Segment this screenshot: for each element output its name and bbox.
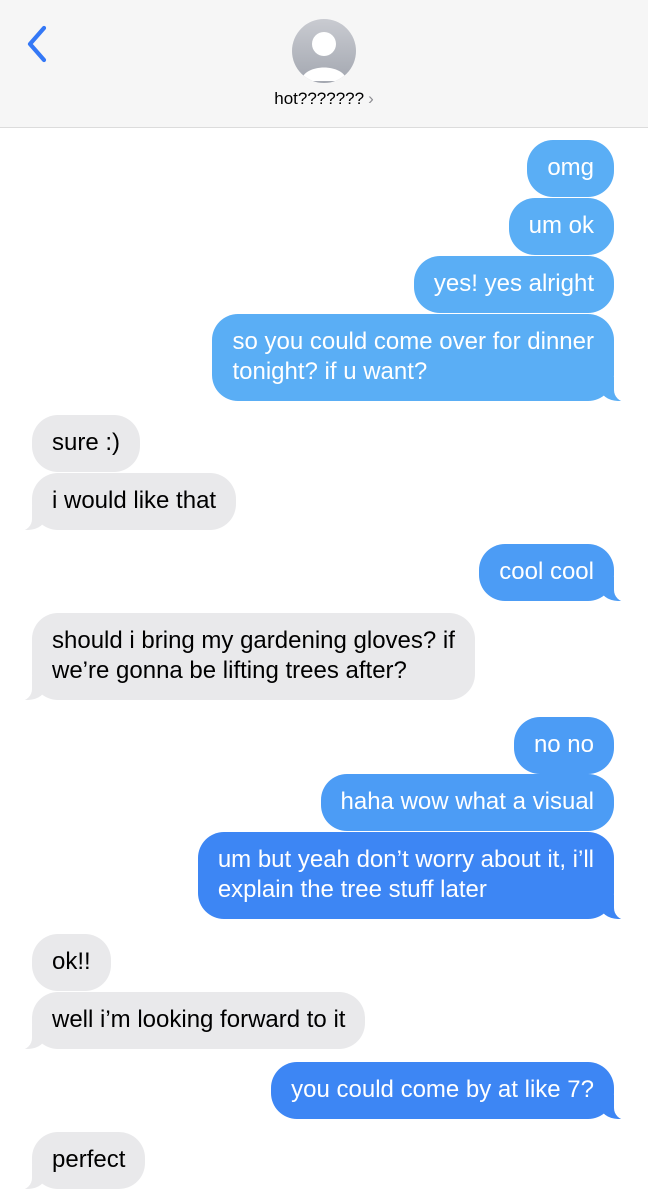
message-text: ok!!: [52, 948, 91, 975]
message-bubble-outgoing[interactable]: cool cool: [479, 544, 630, 602]
message-bubble-outgoing[interactable]: um ok: [508, 198, 614, 255]
message-bubble-incoming[interactable]: perfect: [15, 1132, 146, 1190]
message-bubble-outgoing[interactable]: omg: [527, 140, 614, 197]
message-bubble-outgoing[interactable]: you could come by at like 7?: [271, 1062, 630, 1120]
message-bubble-outgoing[interactable]: so you could come over for dinner tonigh…: [212, 314, 630, 402]
message-text: perfect: [52, 1146, 126, 1173]
message-text: should i bring my gardening gloves? if w…: [52, 627, 455, 684]
message-text: um ok: [528, 212, 594, 239]
message-text: sure :): [52, 429, 121, 456]
message-text: well i’m looking forward to it: [52, 1006, 346, 1033]
message-text: cool cool: [499, 558, 594, 585]
message-text: omg: [547, 154, 594, 181]
message-text: um but yeah don’t worry about it, i’ll e…: [217, 846, 594, 903]
message-bubble-incoming[interactable]: well i’m looking forward to it: [15, 992, 366, 1050]
message-thread: omg um ok yes! yes alright so you could …: [0, 0, 648, 1200]
message-text: no no: [533, 731, 594, 758]
message-text: you could come by at like 7?: [291, 1076, 594, 1103]
message-bubble-incoming[interactable]: sure :): [32, 415, 141, 472]
message-bubble-incoming[interactable]: should i bring my gardening gloves? if w…: [16, 613, 475, 701]
message-bubble-incoming[interactable]: i would like that: [15, 473, 237, 531]
message-bubble-incoming[interactable]: ok!!: [32, 934, 111, 991]
message-bubble-outgoing[interactable]: yes! yes alright: [413, 256, 614, 313]
message-bubble-outgoing[interactable]: no no: [513, 717, 614, 774]
message-text: so you could come over for dinner tonigh…: [232, 328, 594, 385]
message-text: yes! yes alright: [433, 270, 594, 297]
message-bubble-outgoing[interactable]: um but yeah don’t worry about it, i’ll e…: [197, 832, 631, 920]
message-text: i would like that: [52, 487, 217, 514]
message-bubble-outgoing[interactable]: haha wow what a visual: [320, 774, 614, 831]
message-text: haha wow what a visual: [340, 788, 594, 815]
